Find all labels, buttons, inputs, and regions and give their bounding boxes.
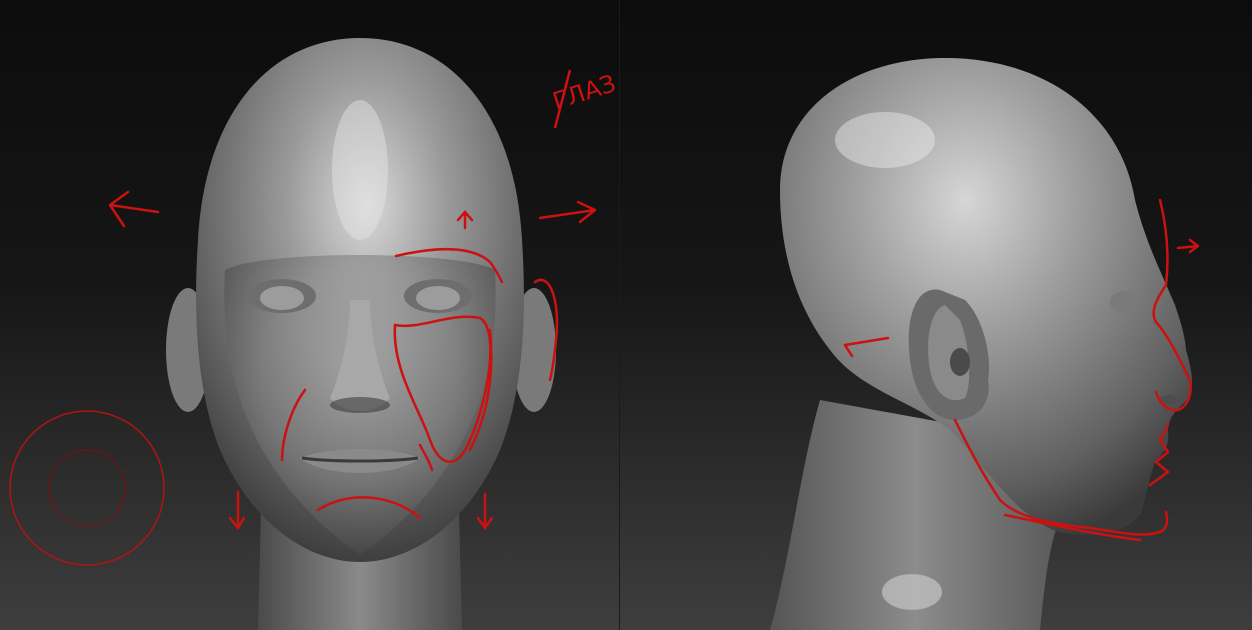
side-view-canvas [620, 0, 1252, 630]
side-view-viewport [620, 0, 1252, 630]
left-eyeball [260, 286, 304, 310]
sculpt-comparison: ГЛАЗ [0, 0, 1252, 630]
front-view-viewport: ГЛАЗ [0, 0, 620, 630]
neck-highlight [882, 574, 942, 610]
nostrils [330, 397, 390, 413]
eye [1110, 291, 1138, 313]
ear-canal [950, 348, 970, 376]
right-eyeball [416, 286, 460, 310]
forehead-highlight [332, 100, 388, 240]
front-view-canvas: ГЛАЗ [0, 0, 620, 630]
skull-highlight [835, 112, 935, 168]
